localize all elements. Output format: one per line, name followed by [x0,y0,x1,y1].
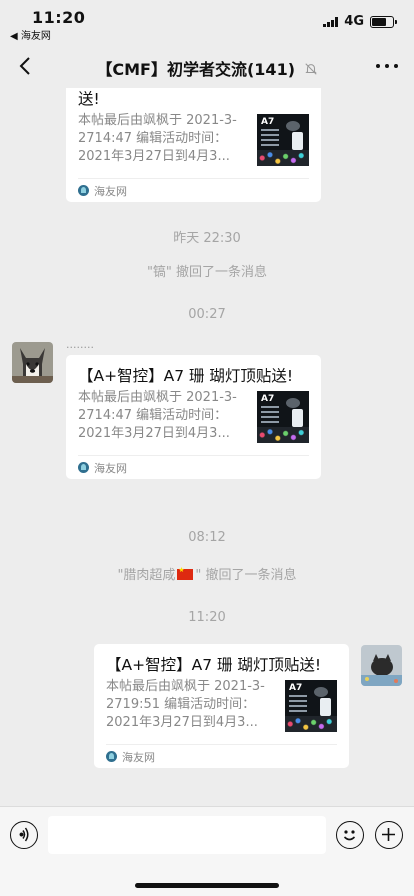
timestamp: 11:20 [188,610,226,625]
source-app-icon [78,185,89,196]
card-source: 海友网 [78,455,309,479]
link-card-message[interactable]: 【A+智控】A7 珊 瑚灯顶贴送! 本帖最后由飒枫于 2021-3-2714:4… [66,355,321,479]
chat-title-text: 【CMF】初学者交流(141) [96,60,296,79]
thumb-label: A7 [261,117,275,127]
chat-header: 【CMF】初学者交流(141) [0,44,414,88]
mute-bell-icon [304,63,317,75]
card-thumbnail: A7 [257,391,309,443]
link-card-message[interactable]: 【A+智控】A7 珊 瑚灯顶贴送! 本帖最后由飒枫于 2021-3-2719:5… [94,644,349,768]
timestamp: 昨天 22:30 [173,231,241,246]
card-thumbnail: A7 [285,680,337,732]
card-title: 【A+智控】A7 珊 瑚灯顶贴送! [106,656,322,674]
card-description: 本帖最后由飒枫于 2021-3-2719:51 编辑活动时间：2021年3月27… [106,679,265,730]
more-functions-plus-icon[interactable] [375,821,403,849]
sender-avatar[interactable] [12,342,53,383]
status-indicators: 4G [323,14,397,29]
link-card-message[interactable]: 送! 本帖最后由飒枫于 2021-3-2714:47 编辑活动时间：2021年3… [66,88,321,202]
home-indicator[interactable] [135,883,279,888]
avatar-cat-image [361,645,402,686]
thumb-label: A7 [289,683,303,693]
card-source: 海友网 [78,178,309,202]
message-text-input[interactable] [48,816,326,854]
timestamp: 00:27 [188,307,226,322]
network-type: 4G [344,14,364,29]
status-bar: 11:20 ◀ 海友网 4G [0,0,414,44]
card-description: 本帖最后由飒枫于 2021-3-2714:47 编辑活动时间：2021年3月27… [78,390,237,441]
card-source: 海友网 [106,744,337,768]
chat-messages[interactable]: 送! 本帖最后由飒枫于 2021-3-2714:47 编辑活动时间：2021年3… [0,88,414,806]
card-thumbnail: A7 [257,114,309,166]
voice-input-icon[interactable] [10,821,38,849]
thumb-label: A7 [261,394,275,404]
my-avatar[interactable] [361,645,402,686]
back-arrow-icon[interactable] [14,54,38,78]
chat-title: 【CMF】初学者交流(141) [60,56,354,80]
sender-nickname: ........ [66,338,94,351]
card-title: 【A+智控】A7 珊 瑚灯顶贴送! [78,367,294,385]
card-source-name: 海友网 [122,750,155,764]
back-to-app-link[interactable]: ◀ 海友网 [10,27,51,42]
signal-icon [323,16,339,27]
recall-notice-start: "腊肉超咸 [117,568,176,583]
timestamp: 08:12 [188,530,226,545]
china-flag-icon [177,566,194,580]
status-time: 11:20 [32,8,86,27]
emoji-icon[interactable] [336,821,364,849]
more-options-button[interactable] [376,56,398,76]
source-app-icon [78,462,89,473]
recall-notice-end: " 撤回了一条消息 [195,568,297,583]
message-input-bar [0,806,414,896]
source-app-icon [106,751,117,762]
card-source-name: 海友网 [94,461,127,475]
recall-notice: "镐" 撤回了一条消息 [146,265,268,280]
card-source-name: 海友网 [94,184,127,198]
recall-notice: "腊肉超咸 " 撤回了一条消息 [0,564,414,583]
battery-icon [370,15,397,28]
card-description: 本帖最后由飒枫于 2021-3-2714:47 编辑活动时间：2021年3月27… [78,113,237,164]
card-title: 送! [78,90,100,108]
avatar-dog-image [12,342,53,383]
